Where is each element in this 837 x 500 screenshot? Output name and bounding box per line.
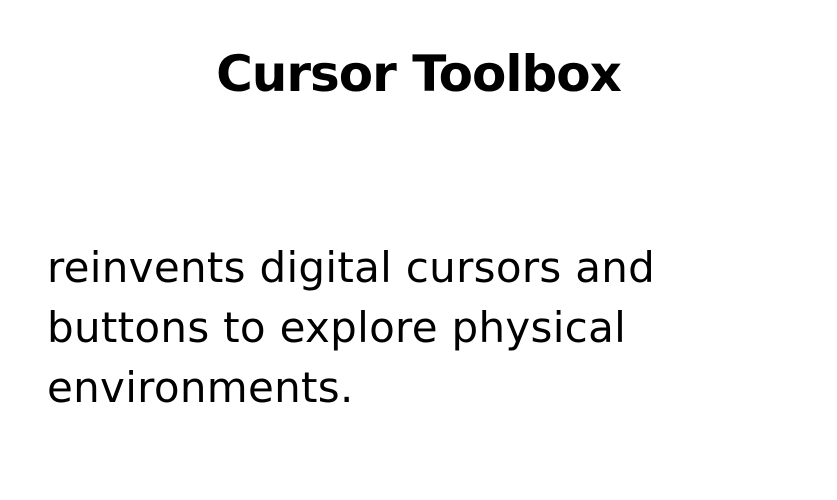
slide-body-text: reinvents digital cursors and buttons to…: [47, 243, 656, 412]
slide-title: Cursor Toolbox: [216, 45, 622, 103]
slide: Cursor Toolbox reinvents digital cursors…: [0, 0, 837, 500]
